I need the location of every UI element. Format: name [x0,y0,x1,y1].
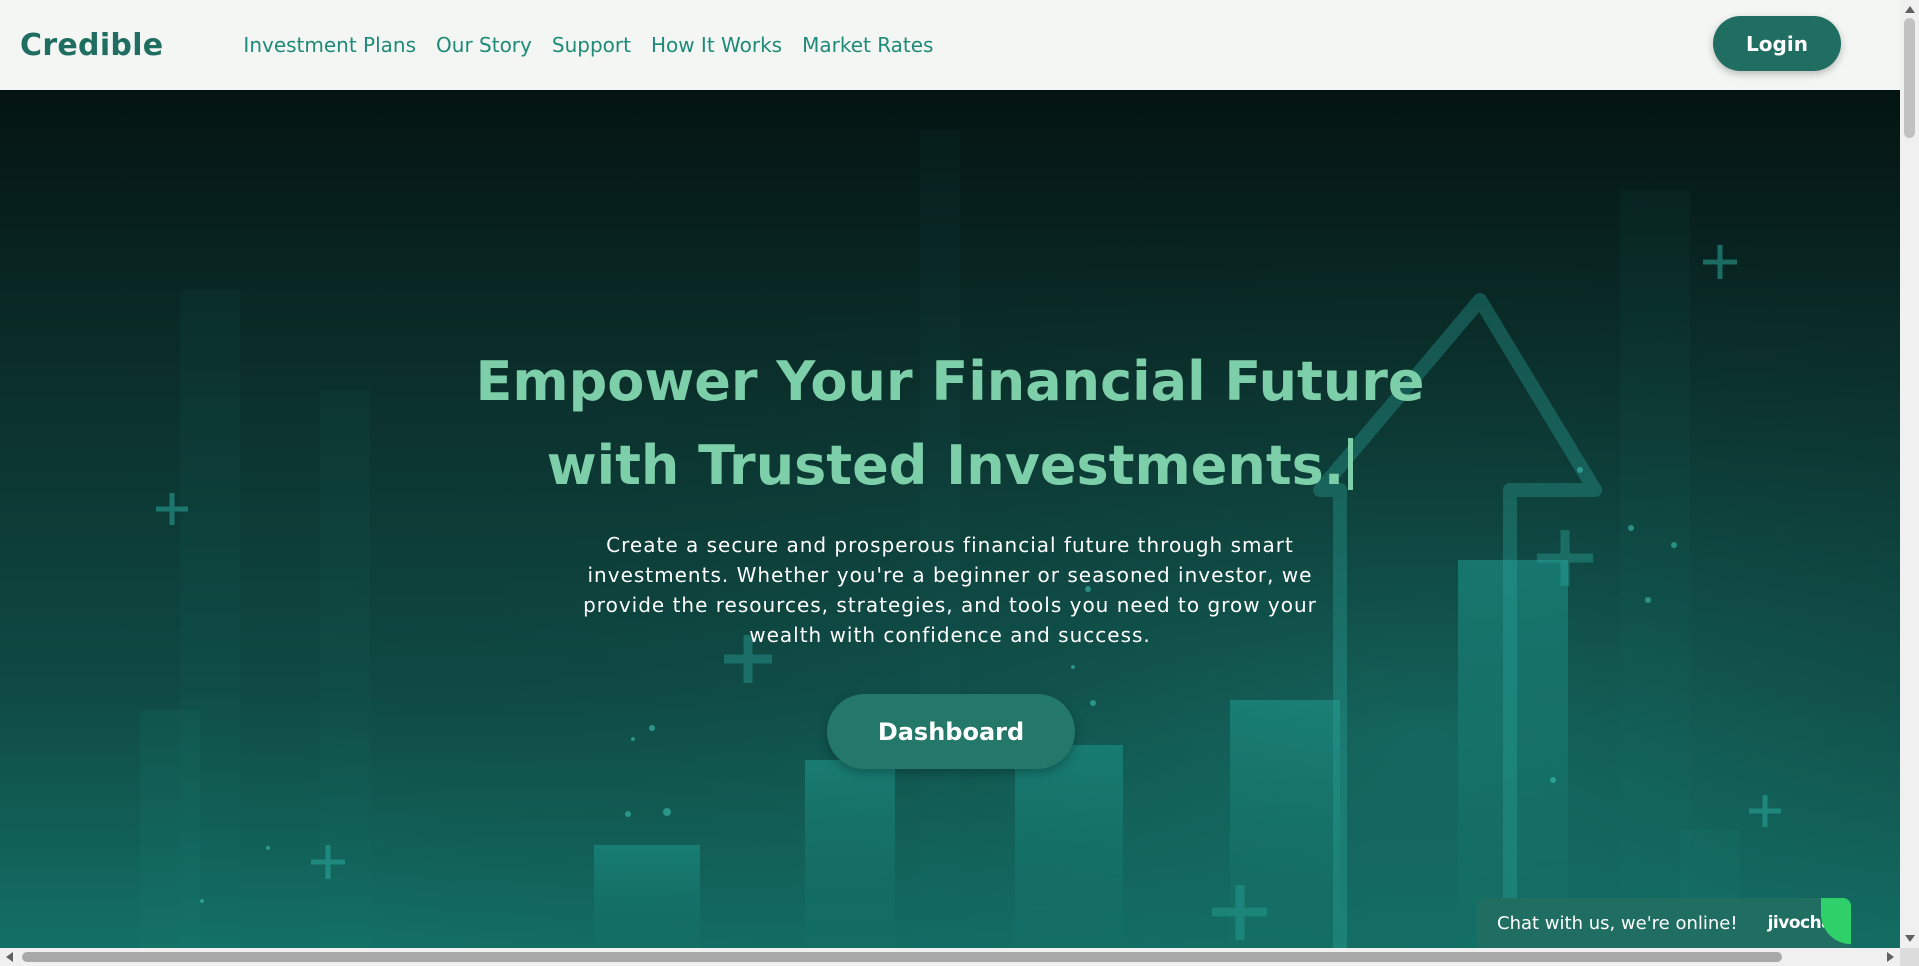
scroll-down-icon[interactable] [1905,935,1915,942]
hero-section: Empower Your Financial Future with Trust… [0,90,1900,948]
nav-link-support[interactable]: Support [552,33,631,57]
site-logo[interactable]: Credible [20,28,163,63]
chat-widget[interactable]: Chat with us, we're online! jivochat [1477,898,1851,948]
dashboard-button[interactable]: Dashboard [827,694,1075,769]
login-button[interactable]: Login [1713,16,1841,71]
vertical-scrollbar[interactable] [1900,0,1919,948]
nav-link-our-story[interactable]: Our Story [436,33,532,57]
hero-title-line-2: with Trusted Investments. [546,434,1345,497]
chat-message[interactable]: Chat with us, we're online! [1497,913,1738,934]
scroll-right-icon[interactable] [1887,952,1894,962]
vertical-scroll-thumb[interactable] [1904,18,1915,138]
nav-link-market-rates[interactable]: Market Rates [802,33,933,57]
horizontal-scroll-thumb[interactable] [22,952,1782,962]
nav-link-how-it-works[interactable]: How It Works [651,33,782,57]
scroll-up-icon[interactable] [1905,6,1915,13]
scroll-left-icon[interactable] [6,952,13,962]
scrollbar-corner [1900,948,1919,966]
hero-title: Empower Your Financial Future with Trust… [0,340,1900,508]
nav-link-investment-plans[interactable]: Investment Plans [243,33,416,57]
horizontal-scrollbar[interactable] [0,948,1900,966]
main-nav: Investment Plans Our Story Support How I… [243,33,933,57]
growth-arrow-bars-icon [0,90,1900,948]
online-indicator-icon [1821,898,1851,944]
typing-caret [1348,438,1354,490]
hero-title-line-1: Empower Your Financial Future [475,350,1425,413]
hero-subtitle: Create a secure and prosperous financial… [583,533,1317,647]
site-header: Credible Investment Plans Our Story Supp… [0,0,1900,90]
